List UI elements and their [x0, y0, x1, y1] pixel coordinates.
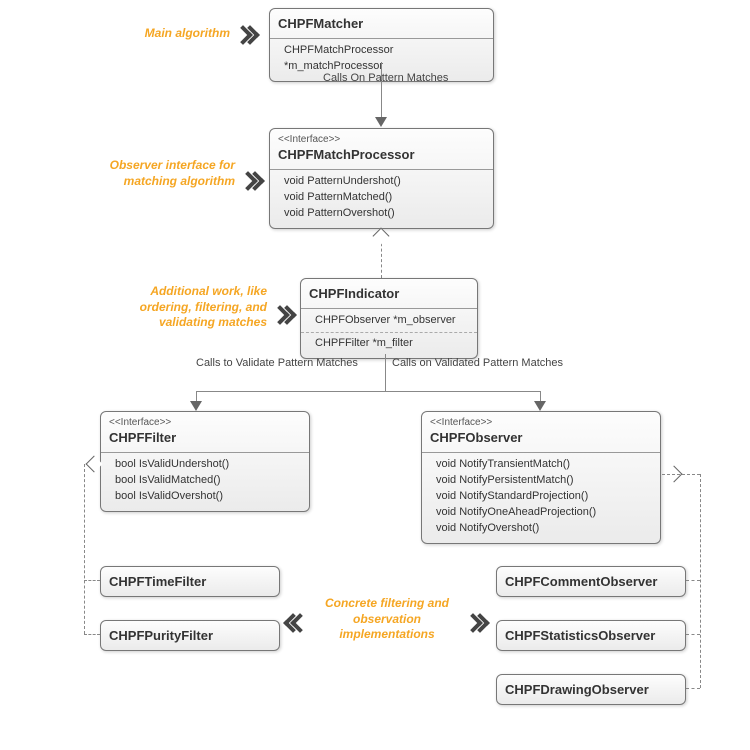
class-header: CHPFMatcher: [270, 9, 493, 39]
note-concrete-impl: Concrete filtering and observation imple…: [312, 596, 462, 643]
class-title: CHPFDrawingObserver: [505, 682, 677, 697]
class-header: <<Interface>> CHPFObserver: [422, 412, 660, 453]
class-header: CHPFCommentObserver: [497, 567, 685, 596]
class-chpf-time-filter: CHPFTimeFilter: [100, 566, 280, 597]
member-row: void PatternMatched(): [284, 190, 485, 206]
arrowhead-solid-icon: [190, 401, 202, 411]
class-header: CHPFTimeFilter: [101, 567, 279, 596]
class-title: CHPFIndicator: [309, 286, 469, 301]
class-stereotype: <<Interface>>: [278, 134, 485, 145]
class-header: CHPFStatisticsObserver: [497, 621, 685, 650]
edge-line: [662, 474, 700, 475]
triangle-hollow-icon: [373, 228, 390, 245]
edge-line: [385, 375, 386, 391]
member-row: void NotifyOvershot(): [436, 521, 652, 537]
edge-line: [196, 391, 540, 392]
member-row: void NotifyOneAheadProjection(): [436, 505, 652, 521]
class-header: <<Interface>> CHPFFilter: [101, 412, 309, 453]
class-header: CHPFDrawingObserver: [497, 675, 685, 704]
class-members: CHPFFilter *m_filter: [301, 333, 477, 358]
class-members: bool IsValidUndershot() bool IsValidMatc…: [101, 453, 309, 511]
class-members: CHPFObserver *m_observer: [301, 309, 477, 332]
class-chpf-match-processor: <<Interface>> CHPFMatchProcessor void Pa…: [269, 128, 494, 229]
note-main-algorithm: Main algorithm: [120, 26, 230, 42]
class-title: CHPFCommentObserver: [505, 574, 677, 589]
chevron-left-icon: [286, 614, 308, 637]
edge-label: Calls on Validated Pattern Matches: [392, 357, 563, 369]
note-additional-work: Additional work, like ordering, filterin…: [107, 284, 267, 331]
class-stereotype: <<Interface>>: [430, 417, 652, 428]
edge-line: [84, 580, 100, 581]
class-chpf-indicator: CHPFIndicator CHPFObserver *m_observer C…: [300, 278, 478, 359]
chevron-right-icon: [273, 306, 295, 329]
class-title: CHPFMatcher: [278, 16, 485, 31]
edge-label: Calls On Pattern Matches: [323, 72, 448, 84]
class-chpf-statistics-observer: CHPFStatisticsObserver: [496, 620, 686, 651]
edge-line: [84, 464, 85, 634]
note-observer-interface: Observer interface for matching algorith…: [105, 158, 235, 189]
member-row: CHPFObserver *m_observer: [315, 313, 469, 329]
member-row: void PatternOvershot(): [284, 206, 485, 222]
class-title: CHPFFilter: [109, 430, 301, 445]
edge-line: [686, 580, 700, 581]
arrowhead-solid-icon: [375, 117, 387, 127]
edge-line: [385, 354, 386, 375]
class-title: CHPFStatisticsObserver: [505, 628, 677, 643]
member-row: void NotifyTransientMatch(): [436, 457, 652, 473]
edge-line: [686, 634, 700, 635]
class-stereotype: <<Interface>>: [109, 417, 301, 428]
class-title: CHPFObserver: [430, 430, 652, 445]
edge-line: [84, 634, 100, 635]
member-row: void PatternUndershot(): [284, 174, 485, 190]
class-header: <<Interface>> CHPFMatchProcessor: [270, 129, 493, 170]
chevron-right-icon: [241, 172, 263, 195]
edge-label: Calls to Validate Pattern Matches: [196, 357, 358, 369]
member-row: bool IsValidMatched(): [115, 473, 301, 489]
edge-line: [686, 688, 700, 689]
member-row: bool IsValidOvershot(): [115, 489, 301, 505]
class-chpf-observer: <<Interface>> CHPFObserver void NotifyTr…: [421, 411, 661, 544]
class-members: void NotifyTransientMatch() void NotifyP…: [422, 453, 660, 543]
class-members: void PatternUndershot() void PatternMatc…: [270, 170, 493, 228]
member-row: CHPFFilter *m_filter: [315, 336, 469, 352]
class-header: CHPFIndicator: [301, 279, 477, 309]
class-chpf-drawing-observer: CHPFDrawingObserver: [496, 674, 686, 705]
arrowhead-solid-icon: [534, 401, 546, 411]
class-title: CHPFTimeFilter: [109, 574, 271, 589]
edge-line: [700, 474, 701, 688]
chevron-right-icon: [236, 26, 258, 49]
member-row: void NotifyPersistentMatch(): [436, 473, 652, 489]
member-row: CHPFMatchProcessor *m_matchProcessor: [284, 43, 485, 75]
class-chpf-purity-filter: CHPFPurityFilter: [100, 620, 280, 651]
member-row: bool IsValidUndershot(): [115, 457, 301, 473]
chevron-right-icon: [466, 614, 488, 637]
class-chpf-comment-observer: CHPFCommentObserver: [496, 566, 686, 597]
member-row: void NotifyStandardProjection(): [436, 489, 652, 505]
class-title: CHPFPurityFilter: [109, 628, 271, 643]
class-title: CHPFMatchProcessor: [278, 147, 485, 162]
class-header: CHPFPurityFilter: [101, 621, 279, 650]
class-chpf-filter: <<Interface>> CHPFFilter bool IsValidUnd…: [100, 411, 310, 512]
